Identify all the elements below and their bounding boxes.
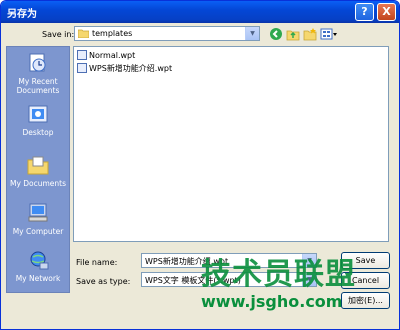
back-icon[interactable] <box>269 27 283 41</box>
file-list[interactable]: Normal.wpt WPS新增功能介绍.wpt <box>73 46 389 242</box>
template-file-icon <box>77 50 87 60</box>
chevron-down-icon: ▼ <box>245 27 259 40</box>
place-label: My Network <box>15 274 61 283</box>
save-as-type-label: Save as type: <box>76 277 131 286</box>
view-menu-icon[interactable] <box>320 27 338 41</box>
template-file-icon <box>77 63 87 73</box>
file-name: Normal.wpt <box>89 51 136 60</box>
list-item[interactable]: Normal.wpt <box>77 50 135 62</box>
place-label: Desktop <box>22 128 54 137</box>
place-recent-documents[interactable]: My Recent Documents <box>7 53 69 95</box>
help-button[interactable]: ? <box>355 3 374 21</box>
my-documents-icon <box>27 156 49 175</box>
place-my-documents[interactable]: My Documents <box>7 155 69 188</box>
place-my-computer[interactable]: My Computer <box>7 203 69 236</box>
watermark-url: www.jsgho.com <box>201 292 343 311</box>
recent-documents-icon <box>29 53 46 72</box>
save-in-value: templates <box>92 29 133 38</box>
watermark-text: 技术员联盟 <box>201 257 356 292</box>
places-bar: My Recent Documents Desktop My Documents… <box>6 46 70 293</box>
my-network-icon <box>30 251 49 270</box>
save-in-label: Save in: <box>42 30 75 39</box>
file-name-label: File name: <box>76 258 118 267</box>
my-computer-icon <box>28 203 48 222</box>
place-label: My Documents <box>9 179 67 188</box>
close-button[interactable]: X <box>377 3 396 21</box>
encrypt-button[interactable]: 加密(E)... <box>341 292 390 309</box>
title-bar: 另存为 ? X <box>1 1 399 23</box>
place-desktop[interactable]: Desktop <box>7 104 69 137</box>
place-label: My Computer <box>12 227 64 236</box>
new-folder-icon[interactable] <box>303 27 317 41</box>
file-name: WPS新增功能介绍.wpt <box>89 64 173 73</box>
place-label: My Recent Documents <box>16 77 60 95</box>
folder-icon <box>78 29 89 38</box>
place-my-network[interactable]: My Network <box>7 250 69 283</box>
save-as-dialog: 另存为 ? X Save in: templates ▼ My Recent D… <box>0 0 400 330</box>
list-item[interactable]: WPS新增功能介绍.wpt <box>77 63 172 75</box>
save-in-dropdown[interactable]: templates ▼ <box>74 26 260 41</box>
up-folder-icon[interactable] <box>286 27 300 41</box>
desktop-icon <box>28 105 48 123</box>
dialog-title: 另存为 <box>7 9 37 20</box>
